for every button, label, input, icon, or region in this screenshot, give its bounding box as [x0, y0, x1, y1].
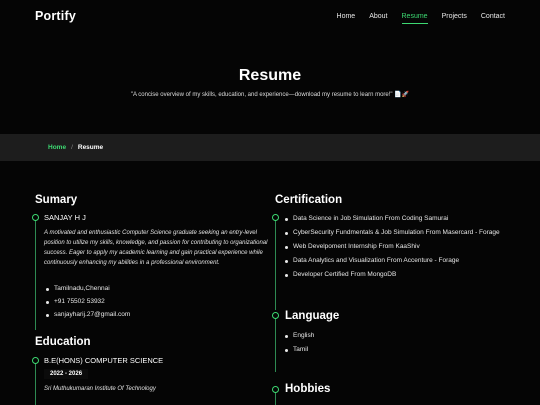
hobbies-heading: Hobbies — [285, 383, 331, 395]
language-timeline-dot — [272, 312, 279, 319]
nav-home[interactable]: Home — [337, 13, 356, 20]
summary-timeline-line — [35, 218, 36, 330]
education-heading: Education — [35, 336, 91, 348]
language-item: English — [283, 332, 314, 339]
certification-item: Web Develpoment Internship From KaaShiv — [283, 243, 500, 250]
contact-list: Tamilnadu,Chennai +91 75502 53932 sanjay… — [44, 285, 130, 318]
education-years: 2022 - 2026 — [44, 369, 89, 379]
certification-list: Data Science in Job Simulation From Codi… — [283, 215, 500, 278]
nav-projects[interactable]: Projects — [442, 13, 467, 20]
certification-item: Data Analytics and Visualization From Ac… — [283, 257, 500, 264]
resume-name: SANJAY H J — [44, 213, 86, 222]
education-timeline-line — [35, 361, 36, 405]
summary-timeline-dot — [32, 214, 39, 221]
nav-contact[interactable]: Contact — [481, 13, 505, 20]
breadcrumb-separator: / — [71, 144, 73, 151]
page-title: Resume — [238, 67, 302, 84]
education-degree: B.E(HONS) COMPUTER SCIENCE — [44, 356, 164, 365]
breadcrumb-current: Resume — [77, 144, 104, 151]
nav-about[interactable]: About — [369, 13, 387, 20]
breadcrumb: Home / Resume — [48, 144, 103, 151]
language-timeline-line — [275, 316, 276, 372]
summary-heading: Sumary — [35, 194, 78, 206]
summary-text: A motivated and enthusiastic Computer Sc… — [44, 230, 268, 266]
main-nav: Home About Resume Projects Contact — [337, 13, 505, 24]
contact-location: Tamilnadu,Chennai — [44, 285, 130, 292]
site-logo[interactable]: Portify — [35, 9, 76, 23]
language-item: Tamil — [283, 346, 314, 353]
certification-item: Developer Certified From MongoDB — [283, 271, 500, 278]
breadcrumb-bar: Home / Resume — [0, 134, 540, 161]
education-timeline-dot — [32, 357, 39, 364]
page-subtitle: "A concise overview of my skills, educat… — [130, 92, 410, 98]
language-list: English Tamil — [283, 332, 314, 353]
certification-item: Data Science in Job Simulation From Codi… — [283, 215, 500, 222]
certification-timeline-line — [275, 218, 276, 310]
hobbies-timeline-dot — [272, 386, 279, 393]
nav-resume[interactable]: Resume — [401, 13, 428, 24]
contact-phone: +91 75502 53932 — [44, 298, 130, 305]
language-heading: Language — [285, 310, 340, 322]
breadcrumb-home-link[interactable]: Home — [48, 144, 66, 151]
certification-item: CyberSecurity Fundmentals & Job Simulati… — [283, 229, 500, 236]
site-header: Portify Home About Resume Projects Conta… — [0, 0, 540, 36]
education-college: Sri Muthukumaran Institute Of Technology — [44, 386, 156, 392]
certification-timeline-dot — [272, 214, 279, 221]
certification-heading: Certification — [275, 194, 343, 206]
contact-email: sanjayharij.27@gmail.com — [44, 311, 130, 318]
